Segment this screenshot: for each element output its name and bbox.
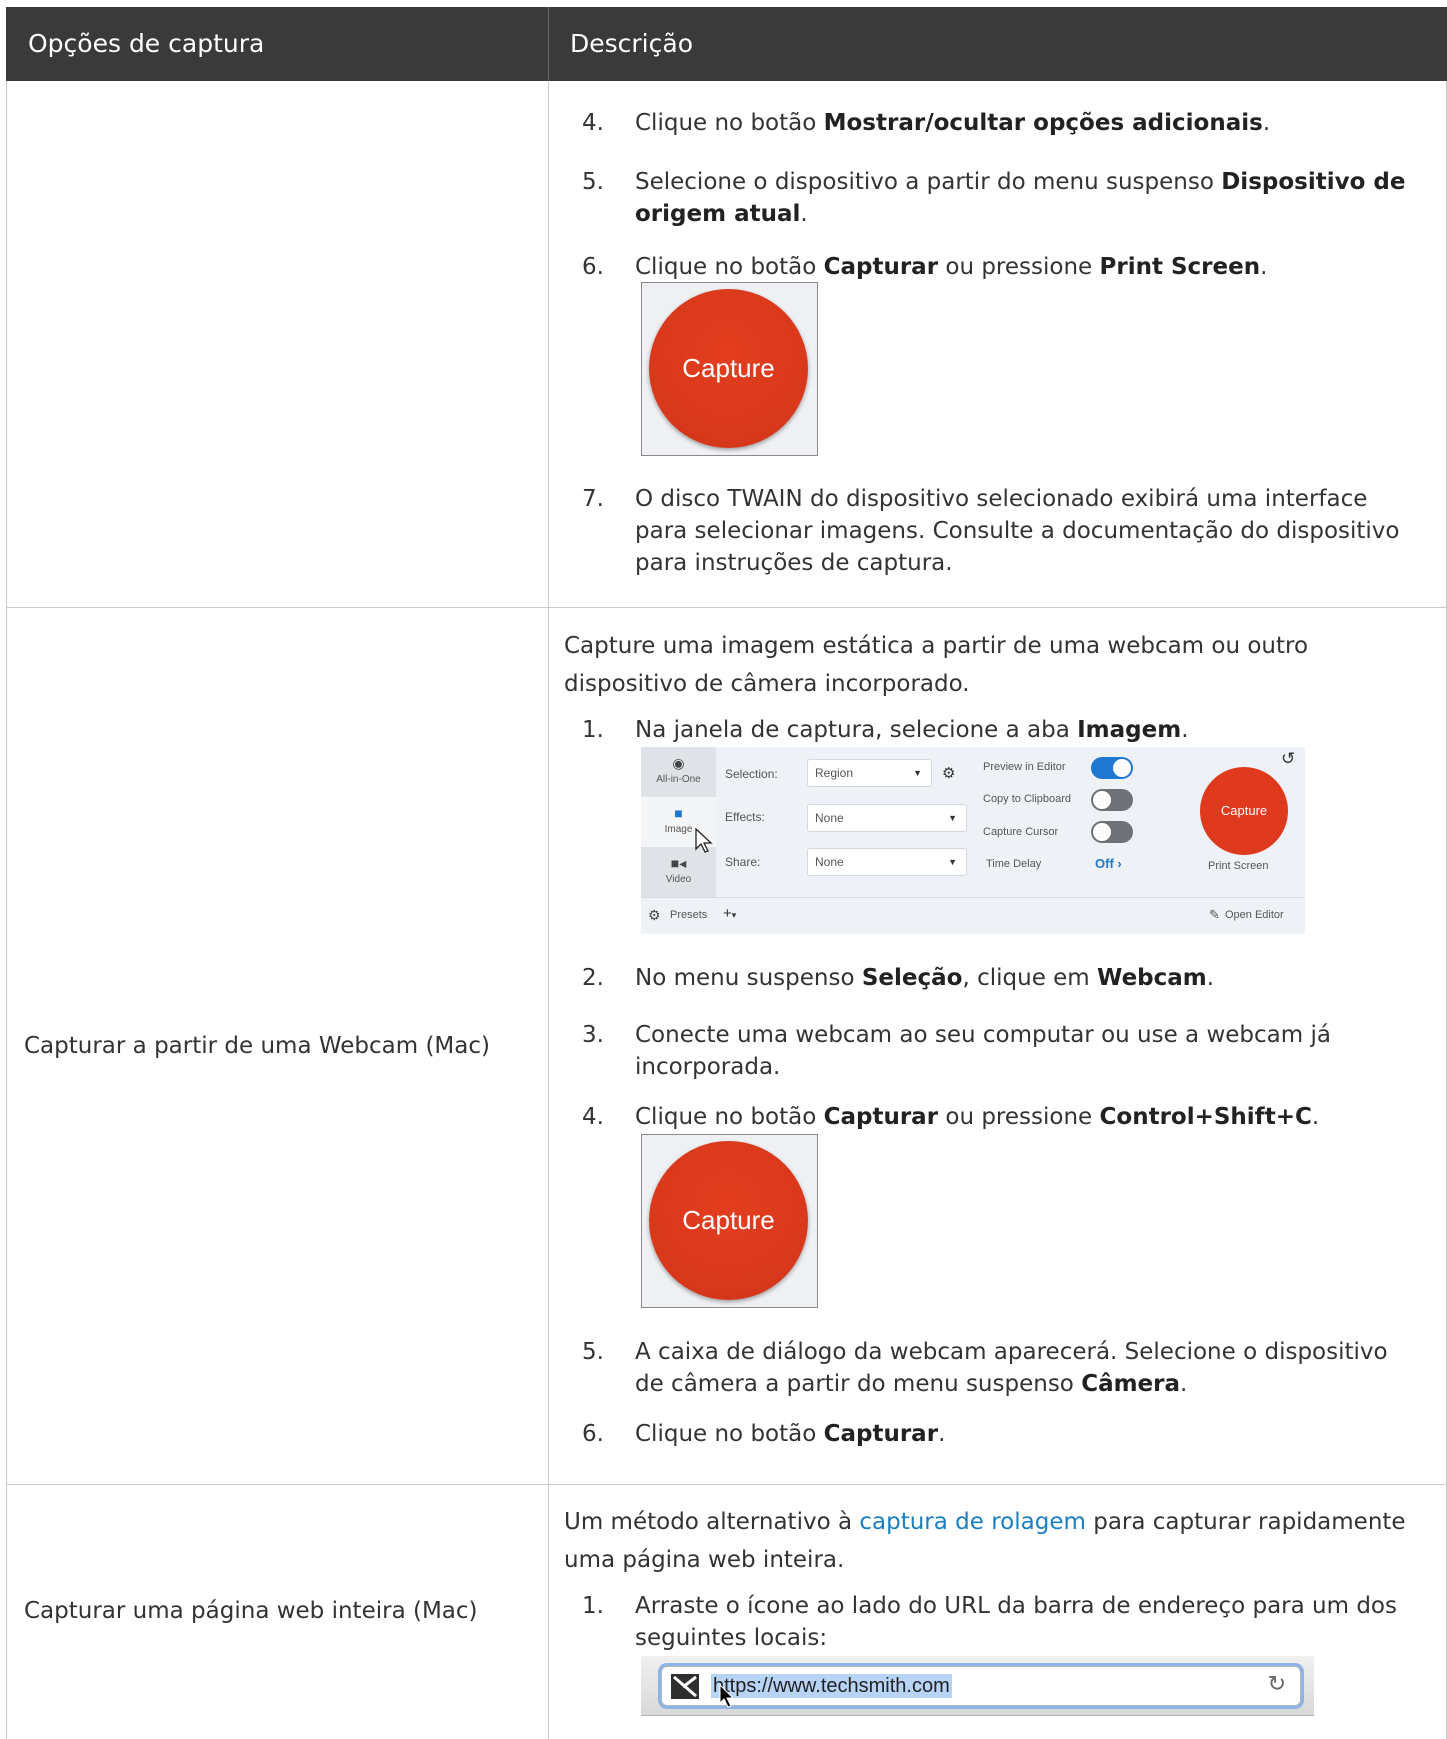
list-item: 1. Na janela de captura, selecione a aba… <box>582 717 1189 743</box>
list-item: 6. Clique no botão Capturar ou pressione… <box>582 254 1268 280</box>
video-camera-icon: ■◂ <box>670 855 687 871</box>
list-item: 7. O disco TWAIN do dispositivo selecion… <box>582 486 1400 576</box>
header-description: Descrição <box>570 29 693 58</box>
chevron-right-icon: › <box>1117 856 1122 871</box>
edit-icon: ✎ <box>1209 907 1220 922</box>
capture-cursor-toggle[interactable] <box>1091 821 1133 843</box>
address-bar-screenshot: https://www.techsmith.com ↻ <box>641 1656 1314 1716</box>
capture-button[interactable]: Capture <box>1200 767 1288 855</box>
capture-button: Capture <box>649 1141 808 1300</box>
url-text[interactable]: https://www.techsmith.com <box>711 1674 952 1698</box>
scrolling-capture-link[interactable]: captura de rolagem <box>859 1509 1086 1535</box>
presets-gear-icon: ⚙ <box>648 907 661 923</box>
gear-icon[interactable]: ⚙ <box>942 764 955 782</box>
column-divider <box>548 81 549 1739</box>
capture-button: Capture <box>649 289 808 448</box>
capture-tabs: ◉ All-in-One ■ Image ■◂ Video <box>641 747 716 897</box>
add-preset-icon[interactable]: +▾ <box>723 905 736 922</box>
list-item: 2. No menu suspenso Seleção, clique em W… <box>582 965 1215 991</box>
list-item: 5. Selecione o dispositivo a partir do m… <box>582 169 1406 227</box>
list-item: 1. Arraste o ícone ao lado do URL da bar… <box>582 1593 1397 1651</box>
row-divider <box>6 607 1447 608</box>
header-separator <box>548 7 549 81</box>
table-border-left <box>6 81 7 1739</box>
option-webcam-mac: Capturar a partir de uma Webcam (Mac) <box>24 1033 490 1059</box>
open-editor-button[interactable]: Open Editor <box>1225 909 1284 921</box>
effects-label: Effects: <box>725 810 765 824</box>
tab-video[interactable]: ■◂ Video <box>641 847 716 897</box>
intro-text: Um método alternativo à captura de rolag… <box>564 1509 1406 1573</box>
record-icon: ◉ <box>672 755 685 771</box>
capture-cursor-label: Capture Cursor <box>983 826 1059 838</box>
copy-to-clipboard-label: Copy to Clipboard <box>983 793 1072 805</box>
share-dropdown[interactable]: None ▼ <box>807 848 967 876</box>
reset-icon[interactable]: ↺ <box>1281 749 1295 769</box>
preview-in-editor-label: Preview in Editor <box>983 761 1066 773</box>
print-screen-label: Print Screen <box>1208 860 1269 872</box>
address-bar[interactable]: https://www.techsmith.com ↻ <box>661 1666 1301 1708</box>
option-full-webpage-mac: Capturar uma página web inteira (Mac) <box>24 1598 478 1624</box>
camera-icon: ■ <box>674 805 683 821</box>
site-icon[interactable] <box>671 1674 699 1699</box>
list-item: 4. Clique no botão Mostrar/ocultar opçõe… <box>582 110 1271 136</box>
capture-window-screenshot: ◉ All-in-One ■ Image ■◂ Video Selection: Re… <box>641 747 1305 934</box>
copy-to-clipboard-toggle[interactable] <box>1091 789 1133 811</box>
list-item: 3. Conecte uma webcam ao seu computar ou… <box>582 1022 1331 1080</box>
time-delay-value[interactable]: Off › <box>1095 856 1122 871</box>
presets-button[interactable]: Presets <box>670 909 707 921</box>
mouse-cursor-icon <box>695 828 713 853</box>
time-delay-label: Time Delay <box>986 858 1042 870</box>
capture-button-image: Capture <box>641 1134 818 1308</box>
header-capture-options: Opções de captura <box>28 29 265 58</box>
selection-label: Selection: <box>725 767 778 781</box>
list-item: 4. Clique no botão Capturar ou pressione… <box>582 1104 1320 1130</box>
list-item: 5. A caixa de diálogo da webcam aparecer… <box>582 1339 1388 1397</box>
reload-icon[interactable]: ↻ <box>1268 1672 1286 1697</box>
preview-in-editor-toggle[interactable] <box>1091 757 1133 779</box>
list-item: 6. Clique no botão Capturar. <box>582 1421 946 1447</box>
capture-bottom-bar: ⚙ Presets +▾ ✎ Open Editor <box>641 897 1305 934</box>
table-header: Opções de captura Descrição <box>6 7 1447 81</box>
tab-all-in-one[interactable]: ◉ All-in-One <box>641 747 716 797</box>
intro-text: Capture uma imagem estática a partir de … <box>564 633 1309 697</box>
capture-button-image: Capture <box>641 282 818 456</box>
selection-dropdown[interactable]: Region ▼ <box>807 759 932 787</box>
share-label: Share: <box>725 855 761 869</box>
row-divider <box>6 1484 1447 1485</box>
effects-dropdown[interactable]: None ▼ <box>807 804 967 832</box>
mouse-cursor-icon <box>719 1684 735 1708</box>
